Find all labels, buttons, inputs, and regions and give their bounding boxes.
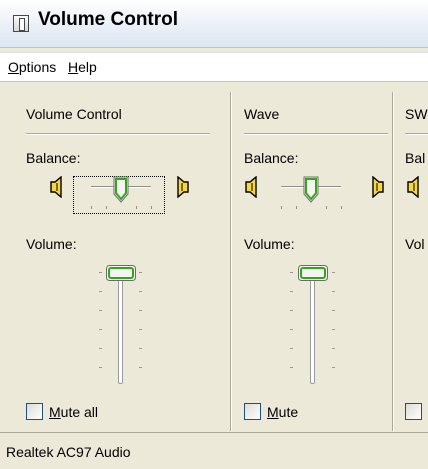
slider-tick — [139, 272, 142, 273]
volume-slider-track[interactable] — [118, 270, 123, 384]
wave-mute-label[interactable]: Mute — [267, 404, 298, 420]
slider-tick — [290, 291, 293, 292]
volume-control-app-icon[interactable] — [13, 15, 29, 32]
column-separator — [405, 133, 428, 134]
slider-tick — [296, 206, 297, 209]
slider-tick — [151, 206, 152, 209]
slider-tick — [99, 329, 102, 330]
slider-tick — [290, 348, 293, 349]
slider-tick — [136, 206, 137, 209]
slider-tick — [290, 310, 293, 311]
slider-tick — [139, 348, 142, 349]
speaker-left-icon — [245, 176, 257, 198]
slider-tick — [99, 348, 102, 349]
column-divider — [230, 92, 231, 431]
mute-all-label[interactable]: Mute all — [49, 404, 98, 420]
slider-tick — [332, 310, 335, 311]
wave-volume-slider-thumb[interactable] — [298, 265, 328, 281]
slider-tick — [99, 272, 102, 273]
balance-label: Bal — [405, 150, 426, 166]
balance-label: Balance: — [26, 150, 81, 166]
slider-tick — [139, 310, 142, 311]
slider-tick — [139, 329, 142, 330]
menu-options[interactable]: Options — [8, 59, 56, 75]
title-bar: Volume Control — [0, 0, 428, 48]
slider-tick — [332, 272, 335, 273]
column-divider — [392, 92, 393, 431]
speaker-right-icon — [177, 176, 189, 198]
slider-tick — [332, 291, 335, 292]
wave-balance-slider-thumb[interactable] — [303, 176, 319, 203]
balance-slider-thumb[interactable] — [113, 176, 129, 203]
volume-label: Vol — [405, 236, 425, 252]
slider-tick — [290, 367, 293, 368]
speaker-right-icon — [372, 176, 384, 198]
status-bar: Realtek AC97 Audio — [0, 432, 428, 469]
slider-tick — [139, 367, 142, 368]
column-separator — [26, 133, 210, 134]
slider-tick — [139, 291, 142, 292]
slider-tick — [281, 206, 282, 209]
slider-tick — [332, 367, 335, 368]
slider-tick — [326, 206, 327, 209]
mute-all-checkbox[interactable] — [26, 403, 43, 420]
slider-tick — [91, 206, 92, 209]
slider-tick — [99, 291, 102, 292]
column-separator — [244, 133, 388, 134]
column-title-wave: Wave — [244, 106, 280, 122]
column-title-sw: SW — [405, 106, 428, 122]
slider-tick — [99, 310, 102, 311]
slider-tick — [106, 206, 107, 209]
window-title: Volume Control — [38, 9, 179, 30]
status-device-name: Realtek AC97 Audio — [6, 444, 131, 460]
column-title-volume-control: Volume Control — [26, 106, 122, 122]
menu-help[interactable]: Help — [68, 59, 97, 75]
slider-tick — [332, 348, 335, 349]
wave-volume-slider-track[interactable] — [310, 270, 315, 384]
volume-slider-thumb[interactable] — [106, 265, 136, 281]
slider-tick — [290, 272, 293, 273]
sw-mute-checkbox[interactable] — [405, 403, 422, 420]
volume-label: Volume: — [244, 236, 295, 252]
volume-label: Volume: — [26, 236, 77, 252]
slider-tick — [332, 329, 335, 330]
speaker-left-icon — [50, 176, 62, 198]
balance-label: Balance: — [244, 150, 299, 166]
speaker-left-icon — [407, 176, 419, 198]
slider-tick — [99, 367, 102, 368]
menu-bar: Options Help — [0, 52, 428, 82]
wave-mute-checkbox[interactable] — [244, 403, 261, 420]
slider-tick — [290, 329, 293, 330]
slider-tick — [341, 206, 342, 209]
